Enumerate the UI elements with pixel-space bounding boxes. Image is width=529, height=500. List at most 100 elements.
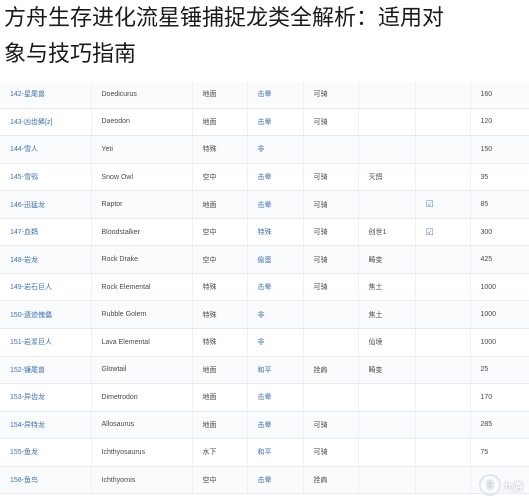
- creature-id-cell[interactable]: 154-异特龙: [0, 411, 92, 440]
- rideable-cell: [303, 328, 359, 357]
- english-name-cell: Rubble Golem: [91, 300, 193, 330]
- creature-id-cell[interactable]: 149-岩石巨人: [0, 273, 92, 302]
- source-map-cell: [358, 190, 416, 219]
- taming-method-cell: 和平: [247, 438, 304, 467]
- level-cell: 425: [470, 245, 529, 274]
- source-map-cell: 畸变: [358, 245, 416, 274]
- creature-id-cell[interactable]: 148-岩龙: [0, 245, 92, 274]
- rideable-cell: 可骑: [303, 411, 359, 440]
- table-row: 149-岩石巨人 Rock Elemental 特殊 击晕 可骑 焦土 1000: [0, 273, 529, 302]
- rideable-cell: 可骑: [303, 80, 359, 109]
- source-map-cell: [358, 108, 416, 137]
- environment-cell: 空中: [192, 245, 248, 274]
- creature-id-cell[interactable]: 151-岩浆巨人: [0, 328, 92, 357]
- rideable-cell: 可骑: [303, 218, 359, 247]
- environment-cell: 水下: [192, 438, 248, 467]
- source-map-cell: 创世1: [358, 218, 416, 247]
- table-row: 150-遗迹傀儡 Rubble Golem 特殊非 焦土 1000: [0, 300, 529, 330]
- source-map-cell: 畸变: [358, 356, 416, 385]
- rideable-cell: 可骑: [303, 163, 359, 192]
- environment-cell: 地面: [192, 411, 248, 440]
- environment-cell: 特殊: [192, 273, 248, 302]
- environment-cell: 空中: [192, 163, 248, 192]
- taming-method-cell: 偷蛋: [247, 245, 304, 274]
- level-cell: 75: [470, 438, 529, 467]
- rideable-cell: 拴肩: [303, 466, 359, 495]
- bola-check-cell: [415, 273, 471, 302]
- creature-id-cell[interactable]: 143-凶齿豨[z]: [0, 108, 92, 137]
- english-name-cell: Raptor: [91, 190, 193, 219]
- level-cell: 25: [470, 356, 529, 385]
- bola-check-cell: [415, 135, 471, 164]
- creature-id-cell[interactable]: 156-鱼鸟: [0, 466, 92, 495]
- english-name-cell: Snow Owl: [91, 163, 193, 192]
- environment-cell: 地面: [192, 190, 248, 219]
- table-row: 142-星尾兽 Doedicurus 地面 击晕 可骑 160: [0, 80, 529, 109]
- taming-method-cell: 击晕: [247, 190, 304, 219]
- level-cell: 1000: [470, 328, 529, 357]
- title-line-1: 方舟生存进化流星锤捕捉龙类全解析：适用对: [4, 6, 445, 31]
- source-map-cell: [358, 80, 416, 109]
- taming-method-cell: 击晕: [247, 80, 304, 109]
- english-name-cell: Bloodstalker: [91, 218, 193, 247]
- table-row: 152-镰尾兽 Glowtail 地面 和平 拴肩 畸变 25: [0, 356, 529, 385]
- bola-check-cell: [415, 411, 471, 440]
- english-name-cell: Allosaurus: [91, 411, 193, 440]
- creature-id-cell[interactable]: 142-星尾兽: [0, 80, 92, 109]
- creature-id-cell[interactable]: 144-雪人: [0, 135, 92, 164]
- creature-id-cell[interactable]: 155-鱼龙: [0, 438, 92, 467]
- environment-cell: 地面: [192, 80, 248, 109]
- bola-check-cell: [415, 383, 471, 412]
- creature-id-cell[interactable]: 145-雪鸮: [0, 163, 92, 192]
- taming-method-cell: 非: [247, 300, 304, 330]
- level-cell: 85: [470, 190, 529, 219]
- source-map-cell: [358, 438, 416, 467]
- taming-method-cell: 和平: [247, 356, 304, 385]
- bola-check-cell: [415, 108, 471, 137]
- rideable-cell: 可骑: [303, 438, 359, 467]
- table-row: 148-岩龙 Rock Drake 空中 偷蛋 可骑 畸变 425: [0, 245, 529, 274]
- bola-check-cell: [415, 245, 471, 274]
- creature-id-cell[interactable]: 146-迅猛龙: [0, 190, 92, 219]
- environment-cell: 地面: [192, 383, 248, 412]
- article-title: 方舟生存进化流星锤捕捉龙类全解析：适用对 象与技巧指南: [0, 0, 529, 82]
- creature-id-cell[interactable]: 153-异齿龙: [0, 383, 92, 412]
- bola-check-cell: [415, 80, 471, 109]
- table-row: 146-迅猛龙 Raptor 地面 击晕 可骑 ☑ 85: [0, 190, 529, 219]
- level-cell: 150: [470, 135, 529, 164]
- rideable-cell: 可骑: [303, 273, 359, 302]
- table-row: 144-雪人 Yeti 特殊非 150: [0, 135, 529, 164]
- table-row: 147-血鹈 Bloodstalker 空中 特殊 可骑 创世1 ☑ 300: [0, 218, 529, 247]
- source-map-cell: 仙境: [358, 328, 416, 357]
- creature-id-cell[interactable]: 147-血鹈: [0, 218, 92, 247]
- source-map-cell: [358, 411, 416, 440]
- taming-method-cell: 击晕: [247, 411, 304, 440]
- taming-method-cell: 击晕: [247, 466, 304, 495]
- level-cell: 35: [470, 163, 529, 192]
- source-map-cell: [358, 383, 416, 412]
- taming-method-cell: 非: [247, 135, 304, 164]
- level-cell: 1000: [470, 273, 529, 302]
- rideable-cell: [303, 383, 359, 412]
- rideable-cell: [303, 135, 359, 164]
- source-map-cell: [358, 466, 416, 495]
- bola-check-cell: [415, 356, 471, 385]
- environment-cell: 空中: [192, 466, 248, 495]
- bola-check-cell: [415, 163, 471, 192]
- table-row: 153-异齿龙 Dimetrodon 地面 击晕 170: [0, 383, 529, 412]
- watermark: 9 九游: [479, 474, 523, 496]
- source-map-cell: 焦土: [358, 300, 416, 330]
- rideable-cell: [303, 300, 359, 330]
- table-row: 156-鱼鸟 Ichthyornis 空中 击晕 拴肩: [0, 466, 529, 495]
- english-name-cell: Doedicurus: [91, 80, 193, 109]
- environment-cell: 特殊: [192, 328, 248, 357]
- rideable-cell: 可骑: [303, 190, 359, 219]
- english-name-cell: Yeti: [91, 135, 193, 164]
- creature-id-cell[interactable]: 152-镰尾兽: [0, 356, 92, 385]
- watermark-text: 九游: [503, 481, 523, 493]
- taming-method-cell: 特殊: [247, 218, 304, 247]
- creature-id-cell[interactable]: 150-遗迹傀儡: [0, 300, 92, 330]
- taming-method-cell: 击晕: [247, 108, 304, 137]
- environment-cell: 地面: [192, 108, 248, 137]
- level-cell: 170: [470, 383, 529, 412]
